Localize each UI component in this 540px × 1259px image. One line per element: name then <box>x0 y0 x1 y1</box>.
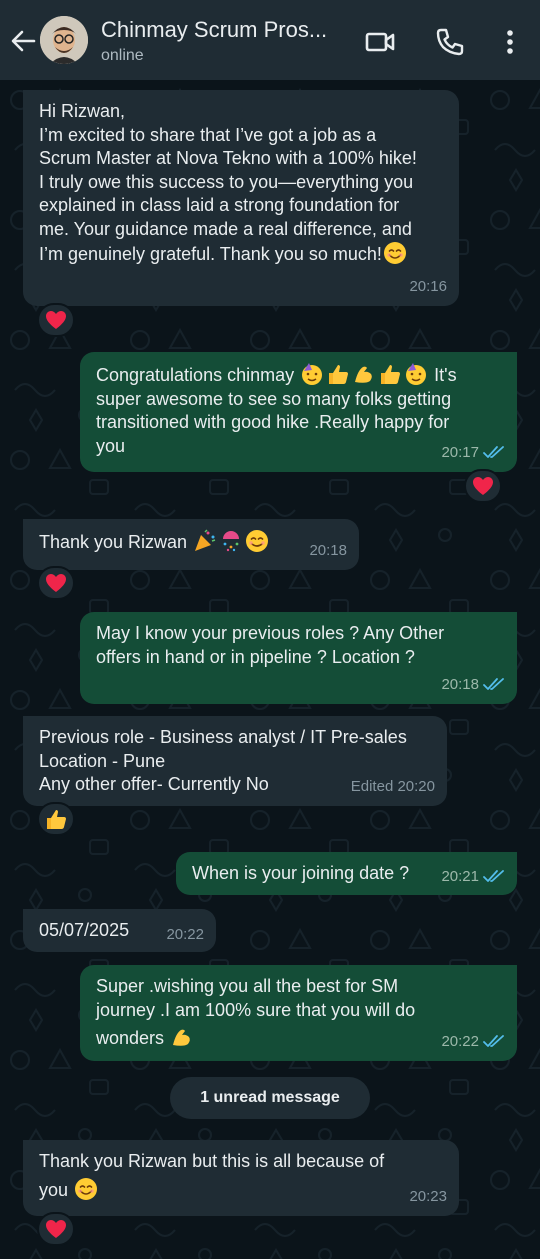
flexed-biceps-emoji-icon <box>173 1029 190 1046</box>
message-time: Edited 20:20 <box>350 777 435 795</box>
message-time: 20:18 <box>441 675 479 693</box>
message-incoming[interactable]: Previous role - Business analyst / IT Pr… <box>23 716 447 806</box>
contact-status: online <box>101 47 144 64</box>
message-text: May I know your previous roles ? Any Oth… <box>96 623 445 643</box>
contact-name[interactable]: Chinmay Scrum Pros... <box>101 16 351 44</box>
read-receipt-icon <box>483 446 504 459</box>
message-text: Thank you Rizwan <box>39 532 188 552</box>
message-incoming[interactable]: 05/07/2025 20:22 <box>23 909 216 952</box>
smiling-face-emoji-icon <box>383 242 406 264</box>
message-text: I truly owe this success to you—everythi… <box>39 171 414 192</box>
message-text: Congratulations chinmay <box>96 365 295 385</box>
message-text: Super .wishing you all the best for SM <box>96 976 399 996</box>
contact-avatar[interactable] <box>40 16 88 64</box>
message-text: me. Your guidance made a real difference… <box>39 218 412 239</box>
message-text: explained in class laid a strong foundat… <box>39 195 400 215</box>
message-time: 20:21 <box>441 867 479 885</box>
message-text: Hi Rizwan, <box>39 101 126 121</box>
message-text: you <box>39 1179 69 1200</box>
message-text: I’m excited to share that I’ve got a job… <box>39 124 377 145</box>
smiling-face-emoji-icon <box>246 530 269 552</box>
message-text: Location - Pune <box>39 750 166 771</box>
read-receipt-icon <box>483 678 504 691</box>
reaction-badge[interactable] <box>37 1212 75 1246</box>
flexed-biceps-emoji-icon <box>355 366 372 383</box>
message-text: wonders <box>96 1028 165 1048</box>
reaction-badge[interactable] <box>37 303 75 337</box>
message-incoming[interactable]: Hi Rizwan, I’m excited to share that I’v… <box>23 90 459 306</box>
message-text: Thank you Rizwan but this is all because… <box>39 1151 385 1171</box>
thumbs-up-emoji-icon <box>47 810 66 829</box>
read-receipt-icon <box>483 870 504 883</box>
message-time: 20:17 <box>441 443 479 461</box>
message-outgoing[interactable]: Super .wishing you all the best for SM j… <box>80 965 517 1061</box>
partying-face-emoji-icon <box>302 363 323 385</box>
message-text: journey .I am 100% sure that you will do <box>96 999 416 1020</box>
message-time: 20:22 <box>166 925 204 943</box>
message-text: you <box>96 435 126 456</box>
chat-screen: Chinmay Scrum Pros... online Hi Rizwan, … <box>0 0 540 1259</box>
unread-messages-divider: 1 unread message <box>170 1077 370 1119</box>
back-arrow-icon[interactable] <box>8 26 38 56</box>
smiling-face-emoji-icon <box>75 1177 98 1200</box>
more-options-icon[interactable] <box>494 26 526 58</box>
confetti-ball-emoji-icon <box>223 531 240 552</box>
chat-header: Chinmay Scrum Pros... online <box>0 0 540 80</box>
voice-call-icon[interactable] <box>434 26 466 58</box>
red-heart-icon <box>46 311 66 329</box>
message-time: 20:18 <box>309 541 347 559</box>
message-text: transitioned with good hike .Really happ… <box>96 412 450 432</box>
thumbs-up-emoji-icon <box>381 365 401 384</box>
message-incoming[interactable]: Thank you Rizwan but this is all because… <box>23 1140 459 1216</box>
message-outgoing[interactable]: Congratulations chinmay It's super aweso… <box>80 352 517 472</box>
party-popper-emoji-icon <box>195 529 216 551</box>
reaction-badge[interactable] <box>464 469 502 503</box>
message-time: 20:23 <box>409 1187 447 1205</box>
red-heart-icon <box>473 477 493 495</box>
read-receipt-icon <box>483 1035 504 1048</box>
message-incoming[interactable]: Thank you Rizwan 20:18 <box>23 519 359 570</box>
partying-face-emoji-icon <box>406 363 427 385</box>
message-text: offers in hand or in pipeline ? Location… <box>96 646 415 667</box>
video-call-icon[interactable] <box>364 26 396 58</box>
red-heart-icon <box>46 1220 66 1238</box>
reaction-badge[interactable] <box>37 802 75 836</box>
reaction-badge[interactable] <box>37 566 75 600</box>
message-text: I’m genuinely grateful. Thank you so muc… <box>39 244 382 264</box>
message-text: Previous role - Business analyst / IT Pr… <box>39 727 407 747</box>
message-time: 20:22 <box>441 1032 479 1050</box>
message-text: Scrum Master at Nova Tekno with a 100% h… <box>39 148 417 168</box>
message-outgoing[interactable]: When is your joining date ? 20:21 <box>176 852 517 895</box>
message-outgoing[interactable]: May I know your previous roles ? Any Oth… <box>80 612 517 704</box>
red-heart-icon <box>46 574 66 592</box>
message-text: It's <box>434 365 457 385</box>
message-text: super awesome to see so many folks getti… <box>96 388 452 409</box>
thumbs-up-emoji-icon <box>329 365 349 384</box>
message-time: 20:16 <box>409 277 447 295</box>
